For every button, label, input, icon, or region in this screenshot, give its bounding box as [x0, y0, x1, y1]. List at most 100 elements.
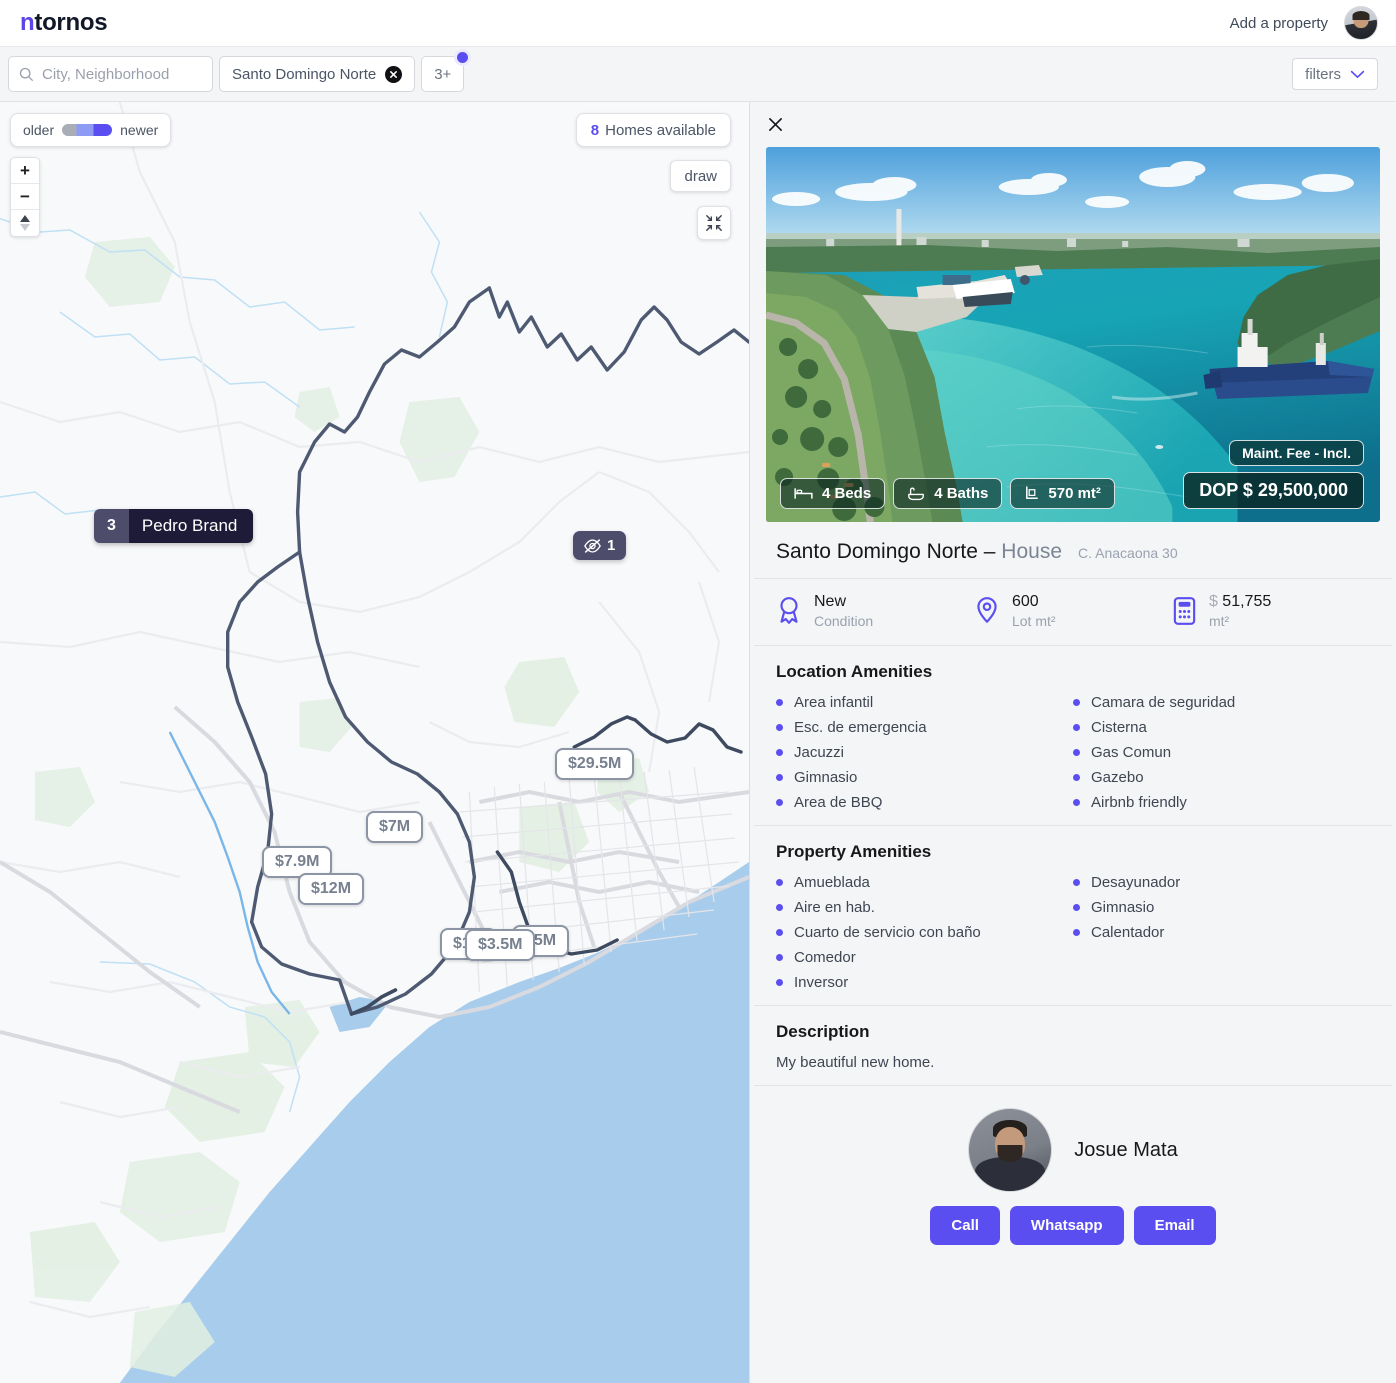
bullet-icon: [1073, 724, 1080, 731]
filters-dropdown-button[interactable]: filters: [1292, 58, 1378, 90]
amenity-label: Area infantil: [794, 694, 874, 711]
currency-symbol: $: [1208, 593, 1218, 610]
amenity-label: Aire en hab.: [794, 899, 875, 916]
list-item: Aire en hab.: [776, 899, 1073, 916]
more-filters-button[interactable]: 3+: [421, 49, 472, 92]
avatar[interactable]: [968, 1108, 1053, 1192]
search-filter-bar: City, Neighborhood Santo Domingo Norte 3…: [0, 47, 1396, 102]
list-item: Cuarto de servicio con baño: [776, 924, 1073, 941]
list-item: Gimnasio: [776, 769, 1073, 786]
close-icon: [768, 118, 782, 131]
property-amenities-title: Property Amenities: [776, 842, 932, 861]
compass-updown-icon: [20, 215, 30, 231]
search-controls: City, Neighborhood Santo Domingo Norte 3…: [8, 49, 472, 92]
amenity-label: Inversor: [794, 974, 849, 991]
hidden-listings-marker[interactable]: 1: [573, 531, 627, 560]
app-logo[interactable]: ntornos: [20, 9, 108, 37]
add-property-link[interactable]: Add a property: [1230, 15, 1328, 32]
list-item: Area de BBQ: [776, 794, 1073, 811]
agent-row: Josue Mata: [968, 1108, 1178, 1192]
list-item: Camara de seguridad: [1073, 694, 1370, 711]
bullet-icon: [776, 774, 783, 781]
draw-button[interactable]: draw: [670, 160, 731, 192]
price-marker[interactable]: $29.5M: [555, 748, 635, 780]
property-amenities-col-left: Amueblada Aire en hab. Cuarto de servici…: [776, 874, 1073, 991]
amenity-label: Cuarto de servicio con baño: [794, 924, 981, 941]
bullet-icon: [1073, 749, 1080, 756]
location-amenities-section: Location Amenities Area infantil Esc. de…: [754, 646, 1392, 826]
page-title: Santo Domingo Norte – House: [776, 540, 1062, 564]
list-item: Gimnasio: [1073, 899, 1370, 916]
price-marker[interactable]: $12M: [298, 873, 365, 905]
stat-price-value: $ 51,755: [1209, 593, 1271, 611]
hidden-listings-count: 1: [607, 537, 616, 554]
search-input[interactable]: City, Neighborhood: [8, 56, 213, 92]
description-text: My beautiful new home.: [776, 1054, 935, 1071]
close-panel-button[interactable]: [764, 114, 786, 136]
location-filter-chip[interactable]: Santo Domingo Norte: [219, 56, 416, 92]
bullet-icon: [776, 724, 783, 731]
beds-badge: 4 Beds: [780, 478, 886, 509]
amenity-label: Gazebo: [1091, 769, 1144, 786]
bullet-icon: [776, 929, 783, 936]
list-item: Gas Comun: [1073, 744, 1370, 761]
stat-condition-value: New: [814, 593, 847, 610]
map-canvas: [0, 102, 749, 1383]
bullet-icon: [1073, 774, 1080, 781]
fit-bounds-button[interactable]: [697, 206, 731, 240]
area-marker-name: Pedro Brand: [128, 509, 254, 543]
bullet-icon: [776, 954, 783, 961]
list-item: Inversor: [776, 974, 1073, 991]
price-marker[interactable]: $3.5M: [465, 929, 536, 961]
map-tilt-button[interactable]: [11, 210, 39, 236]
zoom-in-button[interactable]: +: [11, 158, 39, 184]
stat-lot-label: Lot mt²: [1011, 613, 1056, 629]
description-section: Description My beautiful new home.: [754, 1006, 1392, 1086]
property-spec-badges: 4 Beds 4 Baths 570 mt²: [780, 478, 1115, 509]
whatsapp-button[interactable]: Whatsapp: [1009, 1206, 1124, 1245]
bullet-icon: [1073, 904, 1080, 911]
bullet-icon: [1073, 699, 1080, 706]
app-header: ntornos Add a property: [0, 0, 1396, 47]
close-x-glyph: [390, 70, 398, 78]
user-avatar[interactable]: [1344, 6, 1378, 40]
chip-label: Santo Domingo Norte: [232, 65, 377, 83]
close-icon[interactable]: [385, 65, 403, 83]
baths-badge: 4 Baths: [893, 478, 1003, 509]
amenity-label: Area de BBQ: [794, 794, 883, 811]
amenity-label: Gimnasio: [1091, 899, 1155, 916]
price-marker[interactable]: $7M: [366, 811, 424, 843]
filters-label: filters: [1305, 65, 1341, 83]
stat-price-text: $ 51,755 mt²: [1209, 593, 1271, 629]
email-button[interactable]: Email: [1133, 1206, 1216, 1245]
award-icon: [780, 597, 798, 624]
amenity-label: Comedor: [794, 949, 856, 966]
bullet-icon: [776, 799, 783, 806]
property-location: Santo Domingo Norte –: [776, 540, 1002, 563]
property-amenities-col-right: Desayunador Gimnasio Calentador: [1073, 874, 1370, 991]
list-item: Jacuzzi: [776, 744, 1073, 761]
price-per-m2-value: 51,755: [1222, 593, 1272, 610]
property-amenities-section: Property Amenities Amueblada Aire en hab…: [754, 826, 1392, 1006]
list-item: Cisterna: [1073, 719, 1370, 736]
description-title: Description: [776, 1022, 870, 1041]
zoom-out-button[interactable]: −: [11, 184, 39, 210]
location-amenities-col-left: Area infantil Esc. de emergencia Jacuzzi…: [776, 694, 1073, 811]
area-icon: [1026, 486, 1039, 499]
homes-available-count: 8: [590, 121, 600, 139]
legend-gradient-bar: [62, 124, 113, 136]
avatar-beard: [997, 1145, 1023, 1163]
property-title-row: Santo Domingo Norte – House C. Anacaona …: [754, 522, 1392, 579]
property-hero-image[interactable]: 4 Beds 4 Baths 570 mt² Maint. Fee - Incl…: [766, 147, 1380, 522]
stat-price-per-m2: $ 51,755 mt²: [1172, 593, 1370, 629]
map-container[interactable]: older newer + − 8 Homes available draw 3…: [0, 102, 750, 1383]
map-zoom-controls[interactable]: + −: [10, 157, 40, 237]
area-cluster-marker[interactable]: 3 Pedro Brand: [94, 509, 254, 543]
bullet-icon: [1073, 799, 1080, 806]
homes-available-label: Homes available: [605, 121, 716, 139]
call-button[interactable]: Call: [930, 1206, 1000, 1245]
location-amenities-title: Location Amenities: [776, 662, 933, 681]
stat-price-label: mt²: [1208, 613, 1230, 629]
list-item: Amueblada: [776, 874, 1073, 891]
stat-condition-label: Condition: [814, 613, 874, 629]
